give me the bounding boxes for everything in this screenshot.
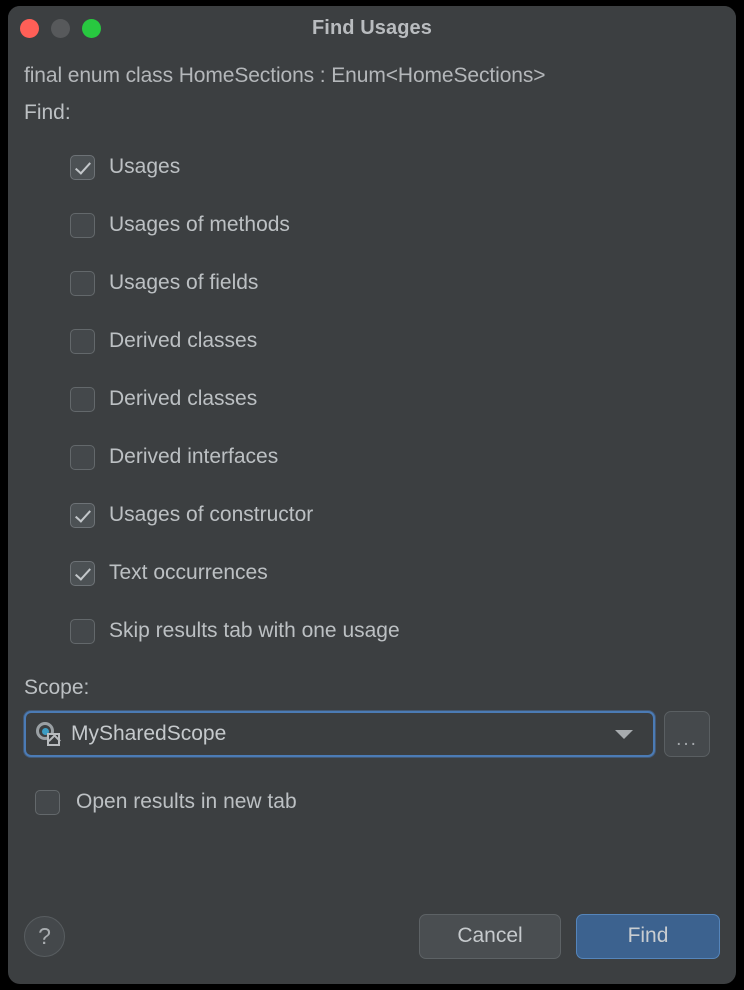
chevron-down-icon[interactable] (615, 730, 633, 739)
option-derived-classes-1[interactable]: Derived classes (70, 312, 720, 370)
checkbox-derived-classes-1[interactable] (70, 329, 95, 354)
option-derived-classes-2[interactable]: Derived classes (70, 370, 720, 428)
option-label: Derived classes (109, 387, 257, 411)
checkbox-open-results-in-new-tab[interactable] (35, 790, 60, 815)
checkbox-usages-of-constructor[interactable] (70, 503, 95, 528)
option-label: Usages of fields (109, 271, 258, 295)
option-label: Skip results tab with one usage (109, 619, 400, 643)
option-derived-interfaces[interactable]: Derived interfaces (70, 428, 720, 486)
option-usages-of-methods[interactable]: Usages of methods (70, 196, 720, 254)
target-signature: final enum class HomeSections : Enum<Hom… (24, 64, 720, 88)
checkbox-usages[interactable] (70, 155, 95, 180)
option-label: Open results in new tab (76, 790, 297, 814)
find-button[interactable]: Find (576, 914, 720, 959)
option-label: Derived classes (109, 329, 257, 353)
checkbox-derived-classes-2[interactable] (70, 387, 95, 412)
option-label: Usages of methods (109, 213, 290, 237)
title-bar: Find Usages (8, 6, 736, 52)
find-options-group: Usages Usages of methods Usages of field… (24, 138, 720, 660)
help-button[interactable]: ? (24, 916, 65, 957)
checkbox-usages-of-methods[interactable] (70, 213, 95, 238)
scope-browse-button[interactable]: ... (664, 711, 710, 757)
option-open-results-in-new-tab[interactable]: Open results in new tab (24, 785, 720, 819)
option-usages[interactable]: Usages (70, 138, 720, 196)
find-section-label: Find: (24, 101, 720, 125)
checkbox-text-occurrences[interactable] (70, 561, 95, 586)
option-text-occurrences[interactable]: Text occurrences (70, 544, 720, 602)
scope-row: MySharedScope ... (24, 711, 720, 757)
checkbox-skip-results-tab[interactable] (70, 619, 95, 644)
option-usages-of-fields[interactable]: Usages of fields (70, 254, 720, 312)
dialog-content: final enum class HomeSections : Enum<Hom… (8, 52, 736, 888)
find-usages-dialog: Find Usages final enum class HomeSection… (8, 6, 736, 984)
option-label: Derived interfaces (109, 445, 278, 469)
option-usages-of-constructor[interactable]: Usages of constructor (70, 486, 720, 544)
checkbox-derived-interfaces[interactable] (70, 445, 95, 470)
option-label: Usages (109, 155, 180, 179)
footer-actions: Cancel Find (419, 914, 720, 959)
dialog-footer: ? Cancel Find (8, 888, 736, 984)
scope-section-label: Scope: (24, 676, 720, 700)
cancel-button[interactable]: Cancel (419, 914, 561, 959)
scope-value: MySharedScope (71, 722, 615, 746)
option-skip-results-tab[interactable]: Skip results tab with one usage (70, 602, 720, 660)
checkbox-usages-of-fields[interactable] (70, 271, 95, 296)
option-label: Usages of constructor (109, 503, 313, 527)
scope-browse-label: ... (665, 735, 709, 745)
shared-scope-icon (36, 722, 60, 746)
window-title: Find Usages (8, 17, 736, 40)
option-label: Text occurrences (109, 561, 268, 585)
scope-dropdown[interactable]: MySharedScope (24, 711, 655, 757)
